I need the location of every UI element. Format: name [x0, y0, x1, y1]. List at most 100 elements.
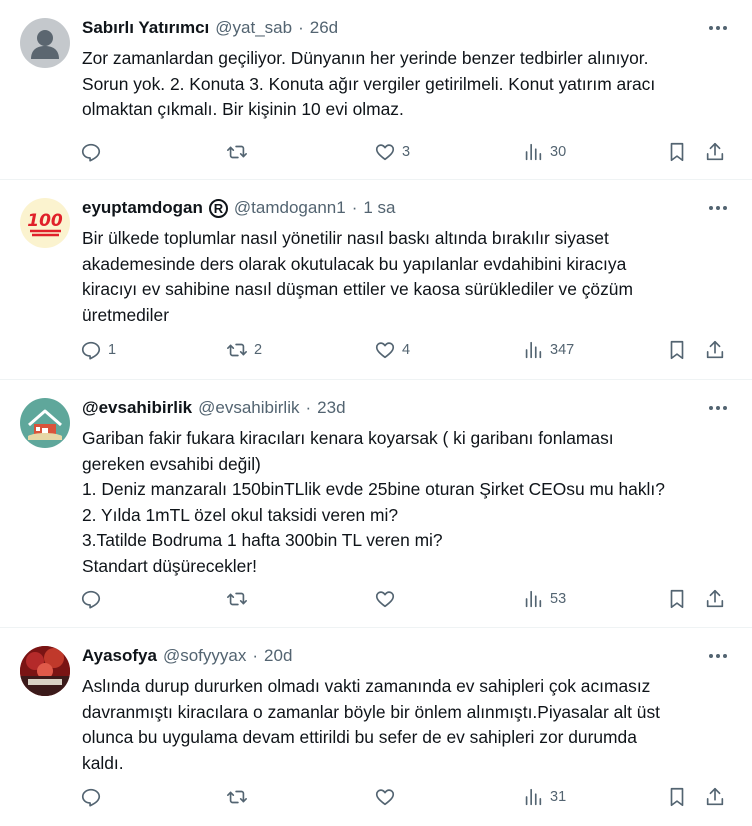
tweet-text-line: 3.Tatilde Bodruma 1 hafta 300bin TL vere…: [82, 530, 443, 550]
retweet-count: 2: [254, 342, 263, 358]
retweet-button[interactable]: [226, 784, 254, 810]
tweet-time[interactable]: 1 sa: [363, 198, 395, 218]
view-count: 53: [550, 591, 567, 607]
photo-avatar-image: [20, 646, 70, 696]
tweet-text-line: Standart düşürecekler!: [82, 555, 257, 576]
like-count: 4: [402, 342, 411, 358]
tweet-time[interactable]: 20d: [264, 646, 292, 666]
author-handle[interactable]: @yat_sab: [215, 18, 292, 38]
more-options-icon[interactable]: [706, 398, 730, 418]
reply-icon: [81, 143, 101, 162]
bookmark-icon: [670, 340, 684, 360]
reply-button[interactable]: [80, 784, 108, 810]
reply-count: 1: [108, 342, 117, 358]
tweet[interactable]: Ayasofya @sofyyyax · 20d Aslında durup d…: [0, 628, 752, 826]
tweet-text: Zor zamanlardan geçiliyor. Dünyanın her …: [82, 46, 728, 123]
like-count: 3: [402, 144, 411, 160]
bookmark-icon: [670, 142, 684, 162]
tweet[interactable]: @evsahibirlik @evsahibirlik · 23d Gariba…: [0, 380, 752, 628]
views-button[interactable]: 53: [522, 586, 566, 612]
author-handle[interactable]: @evsahibirlik: [198, 398, 299, 418]
separator-dot: ·: [351, 198, 358, 217]
share-button[interactable]: [704, 337, 726, 363]
tweet-time[interactable]: 26d: [310, 18, 338, 38]
tweet-text-line: kiracıyı ev sahibine nasıl düşman ettile…: [82, 279, 633, 299]
views-button[interactable]: 347: [522, 337, 574, 363]
like-button[interactable]: 4: [374, 337, 410, 363]
like-button[interactable]: 3: [374, 139, 410, 165]
share-button[interactable]: [704, 139, 726, 165]
views-chart-icon: [525, 341, 542, 359]
views-button[interactable]: 30: [522, 139, 566, 165]
retweet-button[interactable]: 2: [226, 337, 262, 363]
bookmark-button[interactable]: [666, 337, 688, 363]
share-icon: [706, 589, 724, 608]
bookmark-icon: [670, 787, 684, 807]
tweet-text-line: olmaktan çıkmalı. Bir kişinin 10 evi olm…: [82, 99, 404, 119]
retweet-icon: [227, 790, 247, 804]
views-chart-icon: [525, 143, 542, 161]
share-icon: [706, 142, 724, 161]
tweet[interactable]: 100 eyuptamdogan R @tamdogann1 · 1 sa Bi…: [0, 180, 752, 380]
house-logo-icon: [28, 409, 62, 440]
photo-avatar[interactable]: [20, 646, 70, 696]
default-user-avatar[interactable]: [20, 18, 70, 68]
separator-dot: ·: [298, 18, 304, 37]
share-button[interactable]: [704, 784, 726, 810]
tweet-feed: Sabırlı Yatırımcı @yat_sab · 26d Zor zam…: [0, 0, 752, 826]
house-logo-avatar[interactable]: [20, 398, 70, 448]
tweet-actions: 53: [80, 586, 732, 612]
tweet-text-line: 1. Deniz manzaralı 150binTLlik evde 25bi…: [82, 479, 665, 499]
hundred-emoji-icon: 100: [27, 211, 63, 237]
registered-badge: R: [208, 198, 228, 218]
retweet-icon: [227, 343, 247, 357]
tweet-header: eyuptamdogan R @tamdogann1 · 1 sa: [82, 196, 692, 220]
tweet-text-line: Bir ülkede toplumlar nasıl yönetilir nas…: [82, 228, 609, 248]
author-handle[interactable]: @tamdogann1: [234, 198, 346, 218]
tweet-text-line: 2. Yılda 1mTL özel okul taksidi veren mi…: [82, 504, 399, 525]
bookmark-icon: [670, 589, 684, 609]
heart-icon: [375, 144, 395, 161]
bookmark-button[interactable]: [666, 139, 688, 165]
tweet-text: Gariban fakir fukara kiracıları kenara k…: [82, 426, 728, 579]
reply-button[interactable]: [80, 139, 108, 165]
svg-text:100: 100: [27, 211, 63, 231]
tweet-header: @evsahibirlik @evsahibirlik · 23d: [82, 396, 692, 420]
reply-icon: [81, 341, 101, 360]
separator-dot: ·: [252, 646, 259, 665]
reply-icon: [81, 788, 101, 807]
tweet-text-line: Gariban fakir fukara kiracıları kenara k…: [82, 428, 614, 448]
tweet[interactable]: Sabırlı Yatırımcı @yat_sab · 26d Zor zam…: [0, 0, 752, 180]
bookmark-button[interactable]: [666, 784, 688, 810]
author-name[interactable]: Sabırlı Yatırımcı: [82, 18, 209, 38]
tweet-time[interactable]: 23d: [317, 398, 345, 418]
retweet-button[interactable]: [226, 139, 254, 165]
tweet-text-line: gereken evsahibi değil): [82, 453, 261, 474]
reply-button[interactable]: 1: [80, 337, 116, 363]
like-button[interactable]: [374, 586, 402, 612]
tweet-text: Aslında durup dururken olmadı vakti zama…: [82, 674, 728, 776]
hundred-emoji-avatar[interactable]: 100: [20, 198, 70, 248]
views-chart-icon: [525, 788, 542, 806]
views-button[interactable]: 31: [522, 784, 566, 810]
author-name[interactable]: Ayasofya: [82, 646, 157, 666]
author-name[interactable]: eyuptamdogan: [82, 198, 203, 218]
view-count: 30: [550, 144, 567, 160]
more-options-icon[interactable]: [706, 18, 730, 38]
reply-button[interactable]: [80, 586, 108, 612]
like-button[interactable]: [374, 784, 402, 810]
separator-dot: ·: [305, 398, 312, 417]
author-name[interactable]: @evsahibirlik: [82, 398, 192, 418]
bookmark-button[interactable]: [666, 586, 688, 612]
share-button[interactable]: [704, 586, 726, 612]
tweet-text-line: üretmediler: [82, 304, 169, 325]
tweet-actions: 3 30: [80, 139, 732, 165]
tweet-text-line: Aslında durup dururken olmadı vakti zama…: [82, 676, 651, 696]
author-handle[interactable]: @sofyyyax: [163, 646, 246, 666]
more-options-icon[interactable]: [706, 198, 730, 218]
tweet-text-line: akademesinde ders olarak okutulacak bu y…: [82, 253, 627, 274]
view-count: 31: [550, 789, 567, 805]
retweet-button[interactable]: [226, 586, 254, 612]
tweet-actions: 1 2 4 347: [80, 337, 732, 363]
more-options-icon[interactable]: [706, 646, 730, 666]
